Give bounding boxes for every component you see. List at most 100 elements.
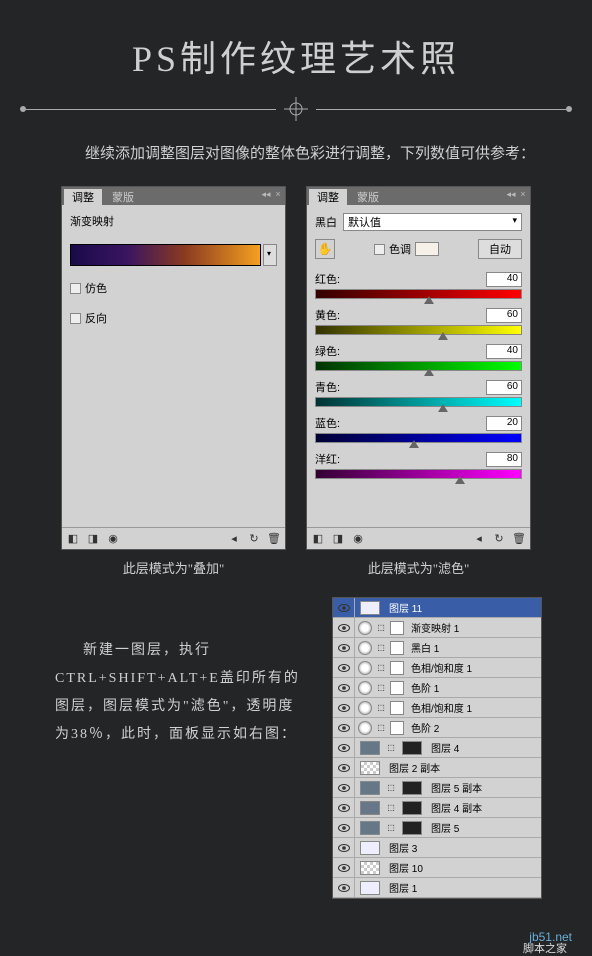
reset-icon[interactable]: ↻: [247, 532, 261, 546]
adjustment-icon: [358, 641, 372, 655]
adjustment-icon: [358, 701, 372, 715]
layer-name: 图层 4: [427, 740, 459, 755]
trash-icon[interactable]: 🗑: [512, 532, 526, 546]
visibility-toggle[interactable]: [333, 798, 355, 818]
layer-row[interactable]: 图层 1: [333, 878, 541, 898]
layer-thumb: [360, 761, 380, 775]
link-icon: ⬚: [384, 741, 398, 755]
visibility-toggle[interactable]: [333, 878, 355, 898]
adjustment-icon[interactable]: ◧: [66, 532, 80, 546]
mask-thumb: [402, 781, 422, 795]
layer-row[interactable]: ⬚ 色相/饱和度 1: [333, 658, 541, 678]
visibility-toggle[interactable]: [333, 718, 355, 738]
layer-name: 图层 2 副本: [385, 760, 440, 775]
eye-icon[interactable]: ◉: [106, 532, 120, 546]
mask-thumb: [390, 641, 404, 655]
slider-row: 黄色: 60: [315, 307, 522, 335]
slider-track[interactable]: [315, 289, 522, 299]
link-icon: ⬚: [384, 801, 398, 815]
slider-thumb[interactable]: [455, 476, 465, 484]
slider-track[interactable]: [315, 469, 522, 479]
layer-row[interactable]: 图层 11: [333, 598, 541, 618]
visibility-toggle[interactable]: [333, 758, 355, 778]
tint-swatch[interactable]: [415, 242, 439, 256]
slider-label: 绿色:: [315, 343, 340, 359]
collapse-icon[interactable]: ◂◂: [261, 189, 271, 199]
visibility-toggle[interactable]: [333, 778, 355, 798]
slider-value[interactable]: 20: [486, 416, 522, 431]
preset-select[interactable]: 默认值: [343, 213, 522, 231]
collapse-icon[interactable]: ◂◂: [506, 189, 516, 199]
layer-thumb: [360, 801, 380, 815]
close-icon[interactable]: ×: [518, 189, 528, 199]
layer-row[interactable]: ⬚ 黑白 1: [333, 638, 541, 658]
visibility-toggle[interactable]: [333, 658, 355, 678]
close-icon[interactable]: ×: [273, 189, 283, 199]
visibility-toggle[interactable]: [333, 598, 355, 618]
layer-row[interactable]: ⬚ 图层 4: [333, 738, 541, 758]
auto-button[interactable]: 自动: [478, 239, 522, 259]
reverse-checkbox[interactable]: [70, 313, 81, 324]
mask-thumb: [390, 701, 404, 715]
adjustment-icon[interactable]: ◧: [311, 532, 325, 546]
slider-track[interactable]: [315, 433, 522, 443]
tab-mask[interactable]: 蒙版: [349, 189, 387, 205]
slider-thumb[interactable]: [438, 404, 448, 412]
mask-thumb: [402, 821, 422, 835]
layer-name: 图层 3: [385, 840, 417, 855]
panel-header: 调整 蒙版 ◂◂ ×: [62, 187, 285, 205]
layer-row[interactable]: 图层 3: [333, 838, 541, 858]
dither-checkbox[interactable]: [70, 283, 81, 294]
layer-row[interactable]: 图层 10: [333, 858, 541, 878]
link-icon: ⬚: [374, 721, 388, 735]
trash-icon[interactable]: 🗑: [267, 532, 281, 546]
eye-icon[interactable]: ◉: [351, 532, 365, 546]
hand-icon[interactable]: ✋: [315, 239, 335, 259]
visibility-toggle[interactable]: [333, 618, 355, 638]
mask-thumb: [390, 661, 404, 675]
prev-icon[interactable]: ◂: [227, 532, 241, 546]
visibility-toggle[interactable]: [333, 818, 355, 838]
prev-icon[interactable]: ◂: [472, 532, 486, 546]
slider-row: 蓝色: 20: [315, 415, 522, 443]
layer-row[interactable]: ⬚ 渐变映射 1: [333, 618, 541, 638]
slider-value[interactable]: 80: [486, 452, 522, 467]
clip-icon[interactable]: ◨: [331, 532, 345, 546]
visibility-toggle[interactable]: [333, 738, 355, 758]
clip-icon[interactable]: ◨: [86, 532, 100, 546]
tab-adjust[interactable]: 调整: [64, 189, 102, 205]
slider-track[interactable]: [315, 361, 522, 371]
layer-row[interactable]: ⬚ 图层 5: [333, 818, 541, 838]
gradient-preview[interactable]: [70, 244, 261, 266]
layer-thumb: [360, 841, 380, 855]
slider-value[interactable]: 60: [486, 308, 522, 323]
mask-thumb: [390, 681, 404, 695]
slider-thumb[interactable]: [424, 296, 434, 304]
slider-value[interactable]: 60: [486, 380, 522, 395]
slider-value[interactable]: 40: [486, 344, 522, 359]
gradient-dropdown[interactable]: [263, 244, 277, 266]
layer-row[interactable]: 图层 2 副本: [333, 758, 541, 778]
slider-track[interactable]: [315, 397, 522, 407]
visibility-toggle[interactable]: [333, 678, 355, 698]
slider-thumb[interactable]: [424, 368, 434, 376]
visibility-toggle[interactable]: [333, 838, 355, 858]
tint-checkbox[interactable]: [374, 244, 385, 255]
layer-name: 图层 11: [385, 600, 422, 615]
layer-thumb: [360, 881, 380, 895]
visibility-toggle[interactable]: [333, 698, 355, 718]
layer-row[interactable]: ⬚ 色阶 1: [333, 678, 541, 698]
layer-row[interactable]: ⬚ 图层 4 副本: [333, 798, 541, 818]
layer-row[interactable]: ⬚ 色阶 2: [333, 718, 541, 738]
slider-track[interactable]: [315, 325, 522, 335]
slider-thumb[interactable]: [409, 440, 419, 448]
reset-icon[interactable]: ↻: [492, 532, 506, 546]
slider-thumb[interactable]: [438, 332, 448, 340]
layer-row[interactable]: ⬚ 色相/饱和度 1: [333, 698, 541, 718]
visibility-toggle[interactable]: [333, 858, 355, 878]
visibility-toggle[interactable]: [333, 638, 355, 658]
tab-adjust[interactable]: 调整: [309, 189, 347, 205]
tab-mask[interactable]: 蒙版: [104, 189, 142, 205]
slider-value[interactable]: 40: [486, 272, 522, 287]
layer-row[interactable]: ⬚ 图层 5 副本: [333, 778, 541, 798]
